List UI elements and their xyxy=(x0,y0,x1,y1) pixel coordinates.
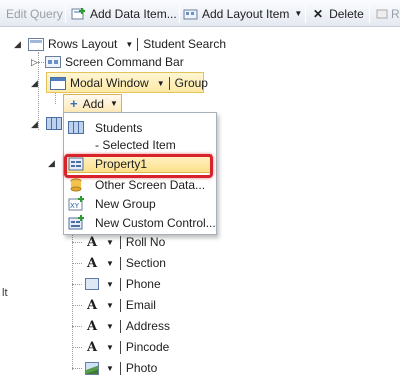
tree-line xyxy=(72,326,82,327)
menu-item-new-group[interactable]: XY New Group xyxy=(67,195,156,212)
toolbar-separator xyxy=(65,4,66,23)
add-data-item-button[interactable]: Add Data Item... xyxy=(71,5,177,22)
modal-window-content: Modal Window ▼ Group xyxy=(50,74,208,92)
image-icon xyxy=(84,361,100,375)
chevron-down-icon[interactable]: ▼ xyxy=(106,343,114,352)
text-icon: A xyxy=(86,255,98,271)
chevron-down-icon[interactable]: ▼ xyxy=(106,364,114,373)
toolbar-separator xyxy=(305,4,306,23)
add-button[interactable]: + Add ▼ xyxy=(63,94,122,113)
divider xyxy=(119,361,121,375)
text-icon: A xyxy=(86,339,98,355)
field-row-phone[interactable]: ▼ Phone xyxy=(84,275,161,293)
field-row-section[interactable]: A ▼ Section xyxy=(84,254,166,272)
expand-triangle-icon[interactable]: ▷ xyxy=(31,57,38,68)
tree-line xyxy=(72,263,82,264)
collapse-triangle-icon[interactable]: ◢ xyxy=(48,158,55,169)
tree-line xyxy=(72,368,82,369)
rows-layout-icon xyxy=(28,37,44,51)
window-icon xyxy=(50,76,66,90)
chevron-down-icon[interactable]: ▼ xyxy=(106,301,114,310)
collapse-triangle-icon[interactable]: ◢ xyxy=(31,119,38,130)
plus-icon: + xyxy=(70,96,78,111)
add-layout-item-button[interactable]: Add Layout Item ▼ xyxy=(183,5,302,22)
tree-line xyxy=(38,52,39,130)
menu-item-sublabel: - Selected Item xyxy=(95,138,176,152)
svg-text:XY: XY xyxy=(70,202,80,210)
field-row-pincode[interactable]: A ▼ Pincode xyxy=(84,338,169,356)
chevron-down-icon[interactable]: ▼ xyxy=(106,238,114,247)
phone-icon xyxy=(84,278,100,290)
screen-command-bar-node[interactable]: Screen Command Bar xyxy=(45,53,184,71)
annotation-highlight-box xyxy=(64,154,213,178)
toolbar-separator xyxy=(369,4,370,23)
field-row-photo[interactable]: ▼ Photo xyxy=(84,359,157,377)
text-icon: A xyxy=(86,297,98,313)
custom-control-icon xyxy=(67,215,84,230)
field-row-address[interactable]: A ▼ Address xyxy=(84,317,170,335)
grid-icon xyxy=(67,120,84,135)
edit-query-button[interactable]: Edit Query xyxy=(3,5,63,22)
add-data-item-icon xyxy=(71,7,85,19)
modal-window-node[interactable]: Modal Window ▼ Group xyxy=(46,72,208,93)
toolbar-separator xyxy=(179,4,180,23)
divider xyxy=(137,37,139,51)
chevron-down-icon[interactable]: ▼ xyxy=(106,259,114,268)
rename-button-partial[interactable]: R xyxy=(376,5,400,22)
menu-item-new-custom-control[interactable]: New Custom Control... xyxy=(67,214,216,231)
tree-line xyxy=(72,347,82,348)
divider xyxy=(119,235,121,249)
divider xyxy=(119,256,121,270)
tree-line xyxy=(55,92,56,104)
designer-toolbar: Edit Query Add Data Item... Add Layout I… xyxy=(0,0,400,27)
tree-line xyxy=(72,305,82,306)
field-row-roll-no[interactable]: A ▼ Roll No xyxy=(84,233,165,251)
tree-line xyxy=(72,232,73,370)
chevron-down-icon[interactable]: ▼ xyxy=(106,280,114,289)
divider xyxy=(119,277,121,291)
chevron-down-icon[interactable]: ▼ xyxy=(125,40,133,49)
rows-layout-node[interactable]: Rows Layout ▼ Student Search xyxy=(28,35,226,53)
chevron-down-icon[interactable]: ▼ xyxy=(157,79,165,88)
tree-line xyxy=(72,284,82,285)
divider xyxy=(119,298,121,312)
text-icon: A xyxy=(86,234,98,250)
clipped-edge-text: lt xyxy=(2,287,8,299)
divider xyxy=(119,319,121,333)
chevron-down-icon: ▼ xyxy=(294,9,303,18)
divider xyxy=(119,340,121,354)
delete-button[interactable]: ✕ Delete xyxy=(313,5,364,22)
collapse-triangle-icon[interactable]: ◢ xyxy=(31,78,38,89)
collapse-triangle-icon[interactable]: ◢ xyxy=(14,39,21,50)
field-row-email[interactable]: A ▼ Email xyxy=(84,296,156,314)
delete-x-icon: ✕ xyxy=(313,6,324,21)
new-group-icon: XY xyxy=(67,196,84,211)
chevron-down-icon: ▼ xyxy=(109,99,118,108)
data-grid-icon xyxy=(46,117,62,130)
menu-item-other-screen-data[interactable]: Other Screen Data... xyxy=(67,176,205,193)
text-icon: A xyxy=(86,318,98,334)
data-icon xyxy=(67,177,84,192)
chevron-down-icon[interactable]: ▼ xyxy=(106,322,114,331)
tree-line xyxy=(72,242,82,243)
rename-icon xyxy=(376,9,388,18)
command-bar-icon xyxy=(45,56,61,68)
add-layout-item-icon xyxy=(183,9,198,19)
menu-item-students[interactable]: Students xyxy=(67,119,142,136)
divider xyxy=(168,76,170,90)
